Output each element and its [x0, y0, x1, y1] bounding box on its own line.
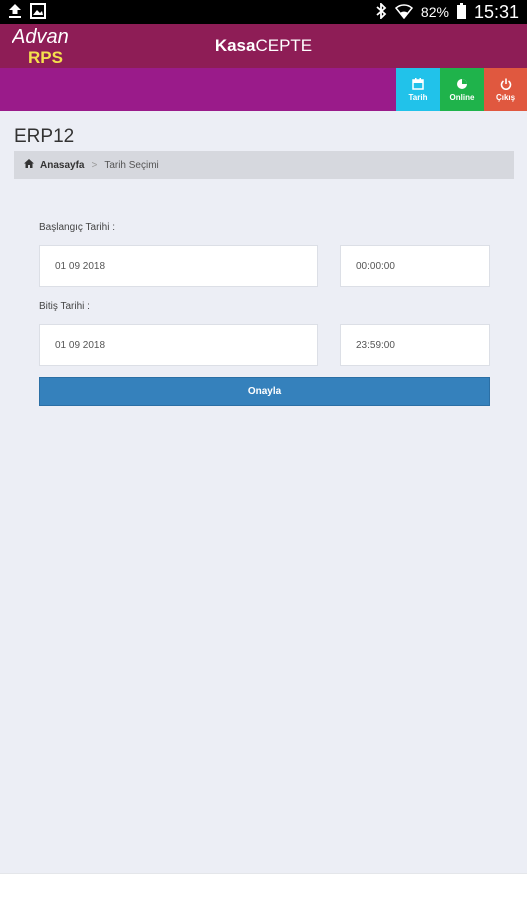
- home-icon: [24, 159, 34, 171]
- breadcrumb: Anasayfa > Tarih Seçimi: [14, 151, 514, 179]
- bottom-bar: [0, 873, 527, 900]
- gallery-icon: [30, 3, 46, 24]
- clock: 15:31: [473, 1, 519, 22]
- breadcrumb-separator: >: [91, 159, 98, 171]
- wifi-icon: [394, 3, 413, 22]
- date-button-label: Tarih: [408, 92, 428, 102]
- page-title: ERP12: [14, 126, 75, 147]
- battery-icon: [456, 2, 466, 22]
- pie-chart-icon: [457, 78, 467, 89]
- date-button[interactable]: Tarih: [396, 68, 440, 111]
- end-date-input[interactable]: 01 09 2018: [39, 324, 318, 366]
- online-button[interactable]: Online: [440, 68, 484, 111]
- system-status-bar: 82% 15:31: [0, 0, 527, 24]
- breadcrumb-home-link[interactable]: Anasayfa: [40, 160, 84, 171]
- end-date-label: Bitiş Tarihi :: [39, 301, 90, 312]
- battery-percent: 82%: [420, 4, 449, 20]
- app-title: KasaCEPTE: [214, 36, 313, 55]
- confirm-button[interactable]: Onayla: [39, 377, 490, 406]
- upload-icon: [8, 3, 22, 24]
- start-date-label: Başlangıç Tarihi :: [39, 222, 115, 233]
- calendar-icon: [412, 77, 424, 90]
- breadcrumb-current: Tarih Seçimi: [104, 159, 159, 171]
- exit-button[interactable]: Çıkış: [484, 68, 527, 111]
- end-time-input[interactable]: 23:59:00: [340, 324, 490, 366]
- power-icon: [500, 78, 511, 90]
- start-time-input[interactable]: 00:00:00: [340, 245, 490, 287]
- online-button-label: Online: [449, 92, 475, 102]
- bluetooth-icon: [375, 1, 387, 22]
- exit-button-label: Çıkış: [495, 92, 516, 102]
- start-date-input[interactable]: 01 09 2018: [39, 245, 318, 287]
